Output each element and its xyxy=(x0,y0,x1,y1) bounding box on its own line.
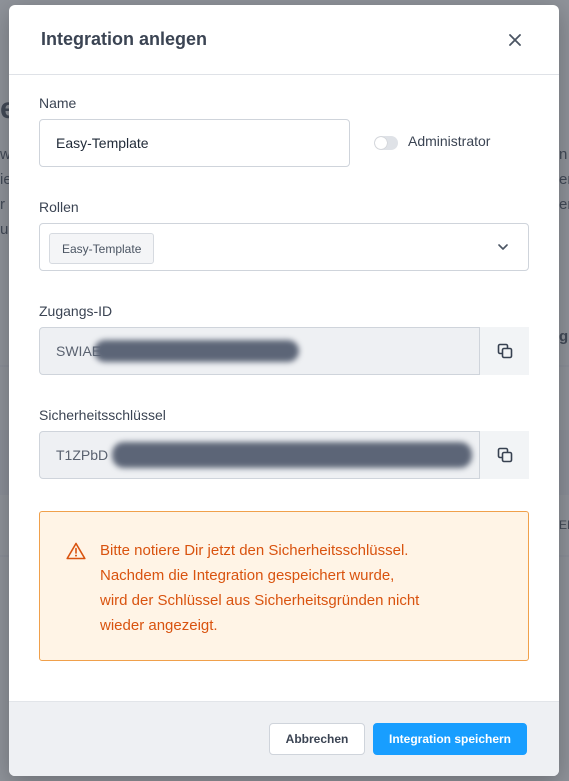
copy-access-id-button[interactable] xyxy=(479,327,529,375)
name-label: Name xyxy=(39,95,77,111)
role-chip[interactable]: Easy-Template xyxy=(49,233,155,264)
administrator-toggle[interactable] xyxy=(374,136,398,150)
redacted-secret xyxy=(112,442,472,468)
copy-icon xyxy=(497,447,512,463)
modal-title: Integration anlegen xyxy=(41,29,208,49)
close-button[interactable] xyxy=(503,28,527,52)
warning-alert: Bitte notiere Dir jetzt den Sicherheitss… xyxy=(39,511,529,661)
modal-header: Integration anlegen xyxy=(9,5,559,75)
chevron-down-icon xyxy=(498,244,508,250)
toggle-knob xyxy=(375,137,387,149)
secret-value: T1ZPbD xyxy=(56,447,109,463)
close-icon xyxy=(509,33,521,46)
save-integration-button[interactable]: Integration speichern xyxy=(373,723,527,755)
roles-label: Rollen xyxy=(39,199,79,215)
secret-label: Sicherheitsschlüssel xyxy=(39,407,166,423)
copy-secret-button[interactable] xyxy=(479,431,529,479)
warning-triangle-icon xyxy=(66,542,86,560)
modal-footer: Abbrechen Integration speichern xyxy=(9,701,559,776)
warning-message: Bitte notiere Dir jetzt den Sicherheitss… xyxy=(100,542,420,634)
administrator-label: Administrator xyxy=(408,133,491,149)
integration-modal: Integration anlegen Name Easy-Template A… xyxy=(9,5,559,776)
access-id-label: Zugangs-ID xyxy=(39,303,113,319)
name-input-value: Easy-Template xyxy=(56,135,149,151)
name-input[interactable]: Easy-Template xyxy=(39,119,350,167)
copy-icon xyxy=(497,343,512,359)
cancel-button[interactable]: Abbrechen xyxy=(269,723,365,755)
redacted-access-id xyxy=(94,340,299,362)
